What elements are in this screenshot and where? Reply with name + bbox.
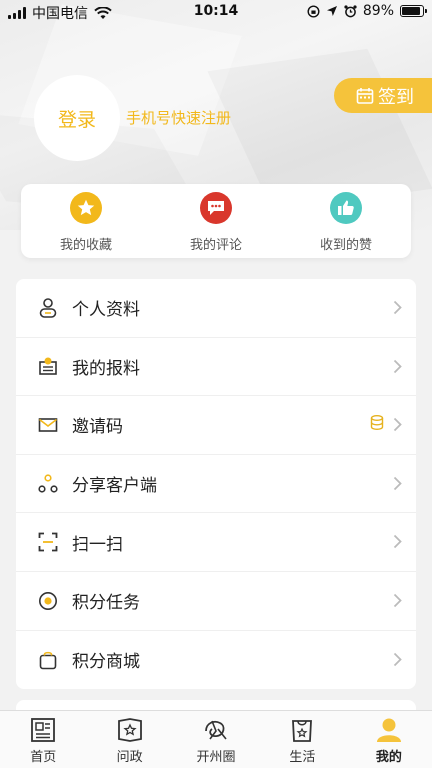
menu-item-profile[interactable]: 个人资料 xyxy=(16,279,416,338)
checkin-button[interactable]: 签到 xyxy=(334,78,432,113)
menu-item-label: 积分商城 xyxy=(72,652,140,673)
menu-item-scan[interactable]: 扫一扫 xyxy=(16,513,416,572)
received-likes-label: 收到的赞 xyxy=(319,238,372,253)
menu-item-points-mall[interactable]: 积分商城 xyxy=(16,631,416,690)
tab-label: 问政 xyxy=(116,750,143,765)
menu-item-label: 分享客户端 xyxy=(72,476,157,497)
menu-item-label: 邀请码 xyxy=(72,417,123,438)
calendar-icon xyxy=(356,87,374,104)
menu-item-label: 个人资料 xyxy=(72,300,140,321)
location-icon xyxy=(326,6,337,16)
life-bag-icon xyxy=(292,720,313,742)
battery-percent: 89% xyxy=(362,3,394,19)
tab-home[interactable]: 首页 xyxy=(0,711,86,768)
chevron-right-icon xyxy=(393,535,402,549)
user-icon xyxy=(37,297,59,319)
chevron-right-icon xyxy=(393,593,402,608)
coins-icon xyxy=(370,415,384,431)
settings-menu: 个人资料 我的报料 邀请码 分享客户端 扫一扫 积分任务 积分商城 xyxy=(16,279,416,689)
my-comments-label: 我的评论 xyxy=(189,238,242,253)
menu-item-invite-code[interactable]: 邀请码 xyxy=(16,396,416,455)
menu-item-label: 扫一扫 xyxy=(72,534,123,555)
tab-kaizhou-circle[interactable]: 开州圈 xyxy=(173,711,259,768)
my-favorites-label: 我的收藏 xyxy=(59,238,112,253)
alarm-icon xyxy=(344,4,357,17)
menu-item-points-tasks[interactable]: 积分任务 xyxy=(16,572,416,631)
star-icon xyxy=(70,192,102,224)
report-icon xyxy=(37,355,59,377)
tab-label: 开州圈 xyxy=(196,750,236,765)
my-favorites-button[interactable]: 我的收藏 xyxy=(21,184,151,258)
menu-item-share-app[interactable]: 分享客户端 xyxy=(16,455,416,514)
points-task-icon xyxy=(37,590,59,612)
comment-icon xyxy=(200,192,232,224)
battery-icon xyxy=(400,5,427,17)
newspaper-icon xyxy=(31,718,56,742)
tab-label: 我的 xyxy=(375,750,402,765)
inquiry-icon xyxy=(117,718,142,742)
login-label: 登录 xyxy=(57,108,96,131)
checkin-label: 签到 xyxy=(378,86,414,108)
chevron-right-icon xyxy=(393,418,402,432)
chevron-right-icon xyxy=(393,652,402,666)
menu-item-label: 积分任务 xyxy=(72,593,140,614)
thumbs-up-icon xyxy=(330,192,362,224)
profile-icon xyxy=(376,718,401,742)
points-mall-icon xyxy=(37,649,59,671)
chevron-right-icon xyxy=(393,359,402,373)
tab-label: 首页 xyxy=(30,750,57,765)
tab-life[interactable]: 生活 xyxy=(259,711,345,768)
quick-actions-card: 我的收藏 我的评论 收到的赞 xyxy=(21,184,411,258)
menu-item-label: 我的报料 xyxy=(72,358,140,379)
chevron-right-icon xyxy=(393,300,402,315)
received-likes-button[interactable]: 收到的赞 xyxy=(281,184,411,258)
status-bar: 中国电信 10:14 89% xyxy=(0,0,432,24)
circle-community-icon xyxy=(205,720,227,740)
my-comments-button[interactable]: 我的评论 xyxy=(151,184,281,258)
orientation-lock-icon xyxy=(307,4,320,18)
chevron-right-icon xyxy=(393,476,402,490)
tab-inquiry[interactable]: 问政 xyxy=(86,711,172,768)
tab-mine[interactable]: 我的 xyxy=(346,711,432,768)
share-icon xyxy=(37,473,59,495)
envelope-icon xyxy=(37,414,59,436)
bottom-tab-bar: 首页 问政 开州圈 生活 我的 xyxy=(0,710,432,768)
login-avatar-button[interactable]: 登录 xyxy=(34,75,120,161)
battery-level xyxy=(402,7,420,15)
scan-icon xyxy=(37,531,59,553)
menu-item-my-reports[interactable]: 我的报料 xyxy=(16,338,416,397)
quick-register-link[interactable]: 手机号快速注册 xyxy=(126,107,231,128)
tab-label: 生活 xyxy=(289,750,316,765)
